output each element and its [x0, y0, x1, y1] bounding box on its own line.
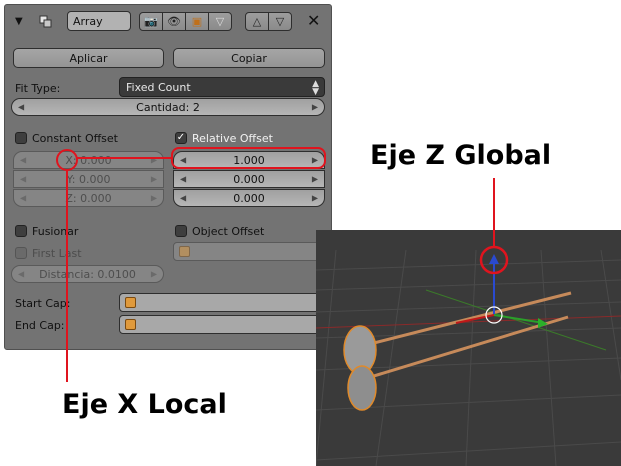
local-x-axis-callout: Eje X Local — [62, 389, 227, 420]
global-z-axis-callout: Eje Z Global — [370, 140, 552, 171]
